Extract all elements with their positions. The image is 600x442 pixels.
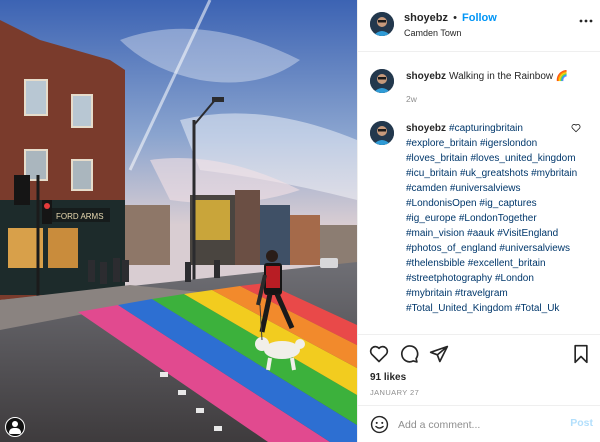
comment-icon[interactable] xyxy=(399,344,419,364)
hashtag-link[interactable]: #mybritain xyxy=(531,168,577,179)
hashtag-link[interactable]: #Total_Uk xyxy=(515,303,559,314)
avatar-image xyxy=(370,12,394,36)
separator-dot: • xyxy=(453,12,457,24)
header-line: shoyebz • Follow xyxy=(404,12,497,24)
avatar[interactable] xyxy=(370,12,394,36)
hashtag-list: #capturingbritain #explore_britain #iger… xyxy=(406,123,577,314)
hashtag-link[interactable]: #camden xyxy=(406,183,447,194)
post-header: shoyebz • Follow Camden Town xyxy=(358,0,600,52)
comment-username[interactable]: shoyebz xyxy=(406,123,446,134)
more-horizontal-icon[interactable] xyxy=(579,18,593,24)
comment-avatar[interactable] xyxy=(370,121,394,145)
hashtag-link[interactable]: #streetphotography xyxy=(406,273,492,284)
post-date[interactable]: JANUARY 27 xyxy=(370,388,419,397)
hashtag-link[interactable]: #photos_of_england xyxy=(406,243,497,254)
hashtag-link[interactable]: #ig_europe xyxy=(406,213,456,224)
hashtag-link[interactable]: #igerslondon xyxy=(480,138,537,149)
hashtag-link[interactable]: #uk_greatshots xyxy=(460,168,528,179)
hashtag-link[interactable]: #loves_britain xyxy=(406,153,468,164)
comments-list[interactable]: shoyebz Walking in the Rainbow 🌈 2w shoye… xyxy=(358,53,600,333)
svg-text:FORD ARMS: FORD ARMS xyxy=(56,212,104,221)
post-details-panel: shoyebz • Follow Camden Town shoyebz Walk… xyxy=(357,0,600,442)
hashtag-link[interactable]: #aauk xyxy=(467,228,494,239)
hashtag-link[interactable]: #LondonisOpen xyxy=(406,198,477,209)
avatar-image xyxy=(370,121,394,145)
add-comment-bar: Post xyxy=(358,405,600,442)
location-link[interactable]: Camden Town xyxy=(404,28,461,38)
hashtag-link[interactable]: #travelgram xyxy=(455,288,508,299)
caption-username[interactable]: shoyebz xyxy=(406,71,446,82)
hashtag-link[interactable]: #excellent_britain xyxy=(468,258,546,269)
emoji-icon[interactable] xyxy=(370,415,389,434)
tagged-user-icon[interactable] xyxy=(5,417,25,437)
comment-like-icon[interactable] xyxy=(571,123,581,133)
comment-body: shoyebz #capturingbritain #explore_britai… xyxy=(406,121,581,316)
hashtag-link[interactable]: #Total_United_Kingdom xyxy=(406,303,512,314)
caption-text: Walking in the Rainbow 🌈 xyxy=(449,71,569,82)
post-comment-button[interactable]: Post xyxy=(570,417,593,429)
avatar-image xyxy=(370,69,394,93)
action-bar: 91 likes JANUARY 27 xyxy=(358,334,600,404)
street-photo-image: FORD ARMS xyxy=(0,0,357,442)
follow-button[interactable]: Follow xyxy=(462,12,497,24)
hashtag-link[interactable]: #mybritain xyxy=(406,288,452,299)
hashtag-link[interactable]: #capturingbritain xyxy=(449,123,523,134)
hashtag-link[interactable]: #universalviews xyxy=(499,243,570,254)
bookmark-icon[interactable] xyxy=(571,344,591,364)
share-icon[interactable] xyxy=(429,344,449,364)
hashtag-link[interactable]: #thelensbible xyxy=(406,258,465,269)
hashtag-link[interactable]: #London xyxy=(495,273,534,284)
hashtag-link[interactable]: #explore_britain xyxy=(406,138,477,149)
hashtag-link[interactable]: #icu_britain xyxy=(406,168,457,179)
hashtag-link[interactable]: #main_vision xyxy=(406,228,464,239)
likes-count[interactable]: 91 likes xyxy=(370,372,406,383)
heart-icon[interactable] xyxy=(369,344,389,364)
hashtag-link[interactable]: #loves_united_kingdom xyxy=(471,153,576,164)
hashtag-link[interactable]: #LondonTogether xyxy=(459,213,537,224)
caption-time[interactable]: 2w xyxy=(406,92,600,107)
username-link[interactable]: shoyebz xyxy=(404,12,448,24)
caption-avatar[interactable] xyxy=(370,69,394,93)
post-photo[interactable]: FORD ARMS xyxy=(0,0,357,442)
comment-input[interactable] xyxy=(398,415,558,434)
hashtag-link[interactable]: #VisitEngland xyxy=(497,228,558,239)
hashtag-link[interactable]: #universalviews xyxy=(450,183,521,194)
hashtag-link[interactable]: #ig_captures xyxy=(479,198,536,209)
caption-body: shoyebz Walking in the Rainbow 🌈 2w xyxy=(406,69,600,107)
